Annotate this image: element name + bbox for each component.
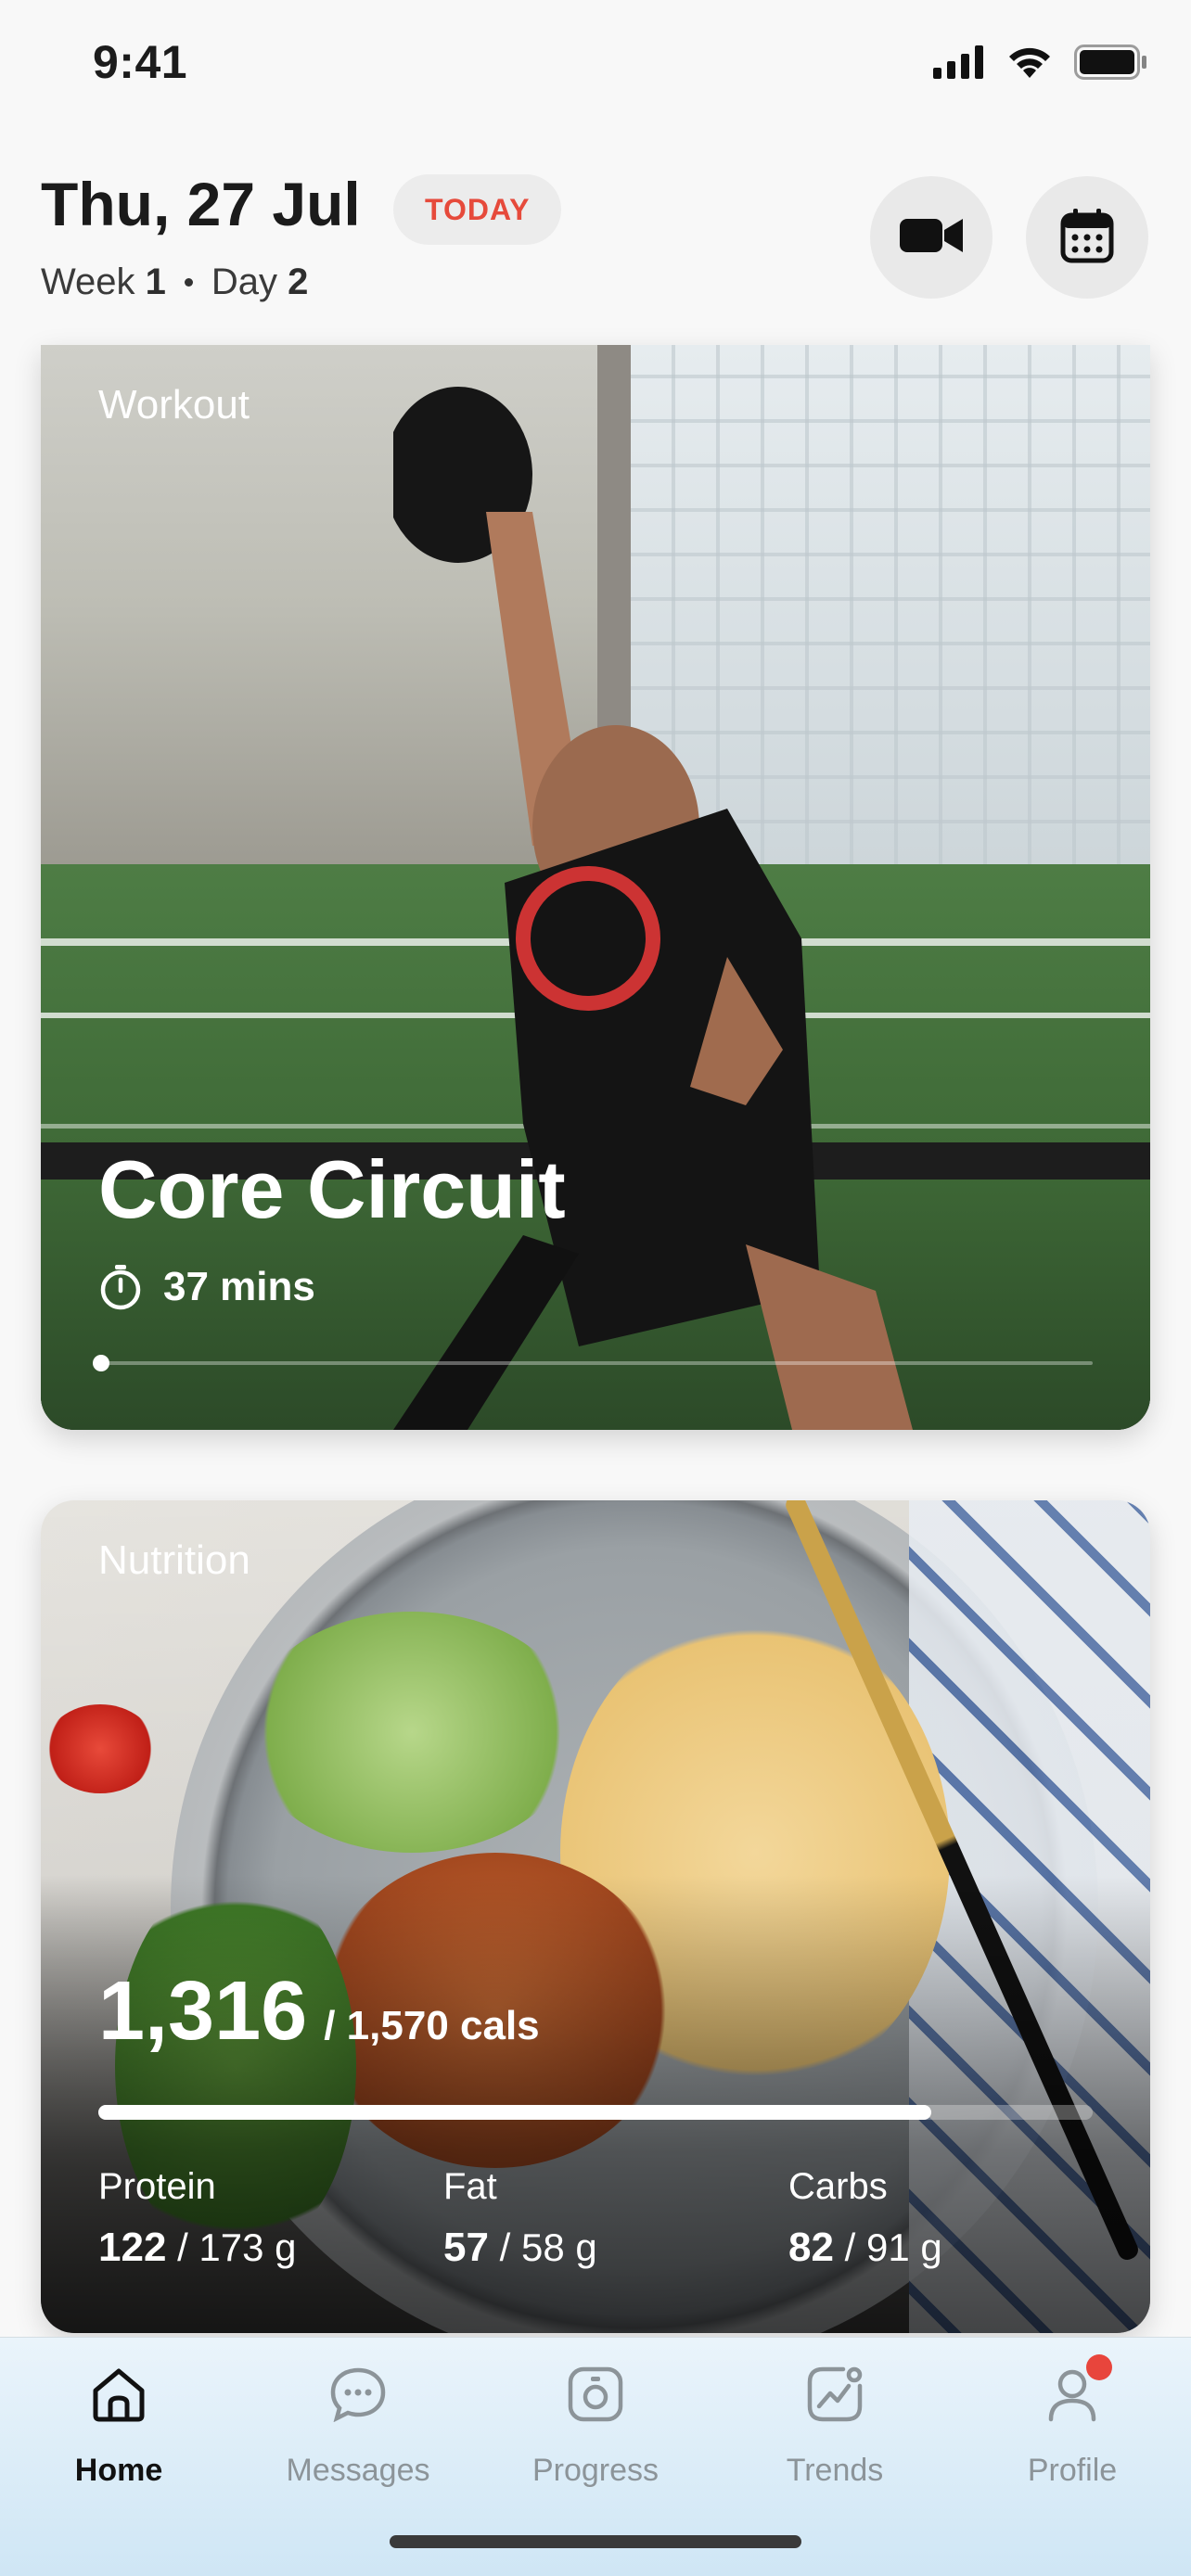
tab-profile[interactable]: Profile [980,2354,1165,2510]
home-indicator[interactable] [390,2535,801,2548]
calories-progress-bar [98,2105,1093,2120]
person-icon [1040,2354,1112,2427]
day-header: Thu, 27 Jul TODAY Week 1 Day 2 [0,158,1191,325]
workout-card[interactable]: Workout Core Circuit 37 mins [41,345,1150,1430]
video-call-button[interactable] [870,176,992,299]
status-time: 9:41 [93,36,188,88]
wifi-icon [1005,45,1054,84]
macro-label: Fat [443,2166,497,2207]
nutrition-card[interactable]: Nutrition 1,316 / 1,570 cals Protein 122… [41,1500,1150,2333]
battery-icon [1074,45,1148,84]
tab-messages[interactable]: Messages [265,2362,451,2510]
trend-chart-icon [802,2362,867,2427]
macro-amount: 122 [98,2225,167,2270]
dot-separator [184,278,193,287]
calendar-icon [1060,208,1114,268]
workout-progress-knob [93,1355,109,1371]
macro-protein: Protein 122 / 173 g [98,2166,297,2271]
macro-fat: Fat 57 / 58 g [443,2166,597,2271]
macro-label: Carbs [788,2166,888,2207]
home-icon [86,2362,151,2427]
scale-icon [563,2362,628,2427]
macro-value: 57 / 58 g [443,2225,597,2271]
calories-progress-fill [98,2105,932,2120]
cellular-signal-icon [933,45,985,83]
duration-text: 37 mins [163,1264,315,1309]
stopwatch-icon [98,1263,143,1311]
macro-amount: 57 [443,2225,489,2270]
notification-badge [1086,2354,1112,2380]
calories-target: / 1,570 cals [324,2003,540,2048]
week-day-line: Week 1 Day 2 [41,261,308,303]
week-label: Week [41,261,135,302]
tab-label: Home [74,2453,163,2488]
tab-label: Trends [786,2453,884,2488]
day-number: 2 [288,261,309,302]
week-number: 1 [145,261,166,302]
calendar-button[interactable] [1026,176,1148,299]
tab-label: Progress [531,2453,660,2488]
tab-home[interactable]: Home [26,2362,211,2510]
tab-label: Messages [286,2453,430,2488]
tab-trends[interactable]: Trends [742,2362,928,2510]
today-badge[interactable]: TODAY [393,174,562,245]
status-bar: 9:41 [0,0,1191,130]
week-indicator: Week 1 [41,261,166,303]
macro-target: / 173 g [177,2225,297,2269]
macro-value: 82 / 91 g [788,2225,942,2271]
athlete-figure [393,387,913,1430]
macro-target: / 91 g [844,2225,942,2269]
date-title: Thu, 27 Jul [41,170,361,238]
workout-title: Core Circuit [98,1143,566,1235]
macro-target: / 58 g [499,2225,597,2269]
workout-section-label: Workout [98,382,250,427]
day-label: Day [211,261,278,302]
chat-bubble-icon [326,2362,391,2427]
day-indicator: Day 2 [211,261,309,303]
workout-progress-bar [93,1355,1093,1371]
macro-value: 122 / 173 g [98,2225,297,2271]
home-screen: 9:41 Thu, 27 Jul TODAY Week 1 Day 2 Work… [0,0,1191,2576]
workout-duration: 37 mins [98,1263,315,1311]
tab-progress[interactable]: Progress [503,2362,688,2510]
video-camera-icon [898,213,965,262]
tab-label: Profile [1027,2453,1118,2488]
macro-label: Protein [98,2166,216,2207]
macro-carbs: Carbs 82 / 91 g [788,2166,942,2271]
macro-amount: 82 [788,2225,834,2270]
calories-summary: 1,316 / 1,570 cals [98,1964,540,2060]
status-icons [933,45,1148,84]
nutrition-section-label: Nutrition [98,1537,250,1583]
calories-consumed: 1,316 [98,1965,308,2058]
